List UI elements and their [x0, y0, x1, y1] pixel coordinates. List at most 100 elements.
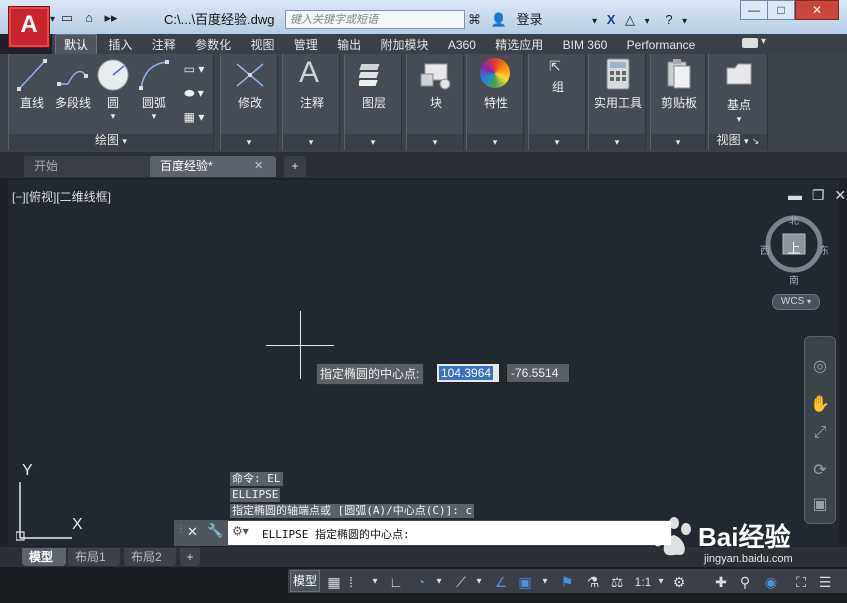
workspace-gear-icon[interactable]: ⚙: [670, 573, 688, 591]
compass-south[interactable]: 南: [789, 272, 799, 287]
dynamic-input-x-field[interactable]: 104.3964: [436, 363, 500, 383]
dropdown-arrow-icon[interactable]: ▾: [50, 14, 55, 25]
chevron-down-icon[interactable]: ▾: [645, 16, 650, 27]
tab-featured-apps[interactable]: 精选应用: [487, 35, 551, 55]
compass-north[interactable]: 北: [789, 212, 799, 227]
object-snap-tracking-icon[interactable]: ∠: [492, 573, 510, 591]
hardware-acceleration-icon[interactable]: ◉: [762, 573, 780, 591]
new-file-icon[interactable]: ▭: [58, 10, 76, 26]
chevron-down-icon[interactable]: ▾: [709, 114, 769, 125]
chevron-down-icon[interactable]: ▾: [283, 137, 339, 148]
view-panel[interactable]: 基点 ▾ 视图 ▾ ↘: [708, 54, 768, 150]
orbit-icon[interactable]: ⟳: [810, 461, 830, 481]
chevron-down-icon[interactable]: ▾: [95, 111, 131, 122]
group-panel[interactable]: ⇱ 组 ▾: [528, 54, 586, 150]
compass-west[interactable]: 西: [760, 242, 770, 257]
tab-performance[interactable]: Performance: [619, 35, 704, 55]
new-tab-button[interactable]: +: [284, 156, 306, 177]
clipboard-panel[interactable]: 剪贴板 ▾: [650, 54, 706, 150]
zoom-extents-icon[interactable]: ⤢: [810, 423, 830, 443]
isolate-objects-icon[interactable]: ⚲: [736, 573, 754, 591]
close-viewport-icon[interactable]: ✕: [834, 187, 846, 203]
more-quick-access-icon[interactable]: ▸▸: [102, 10, 120, 26]
tab-model[interactable]: 模型: [22, 548, 66, 566]
close-command-icon[interactable]: ✕: [187, 524, 198, 540]
chevron-down-icon[interactable]: ▾: [529, 137, 585, 148]
polar-tracking-icon[interactable]: ◔: [412, 573, 430, 591]
tab-bim360[interactable]: BIM 360: [555, 35, 616, 55]
chevron-down-icon[interactable]: ▾: [135, 111, 173, 122]
a360-icon[interactable]: △: [625, 12, 635, 28]
open-folder-icon[interactable]: ⌂: [80, 10, 98, 26]
object-snap-icon[interactable]: ▣: [516, 573, 534, 591]
restore-viewport-icon[interactable]: ❐: [812, 187, 825, 203]
dynamic-input-y-field[interactable]: -76.5514: [506, 363, 570, 383]
wcs-menu[interactable]: WCS ▾: [772, 294, 820, 310]
chevron-down-icon[interactable]: ▾: [345, 137, 401, 148]
chevron-down-icon[interactable]: ▾: [656, 573, 666, 591]
polyline-tool[interactable]: 多段线: [53, 58, 93, 111]
boundary-tool[interactable]: ▦ ▾: [179, 110, 209, 124]
annotation-visibility-icon[interactable]: ⚑: [558, 573, 576, 591]
arc-tool[interactable]: 圆弧 ▾: [135, 58, 173, 122]
chevron-down-icon[interactable]: ▾: [370, 573, 380, 591]
showmotion-icon[interactable]: ▣: [810, 495, 830, 515]
viewport-controls-label[interactable]: [−][俯视][二维线框]: [12, 188, 111, 205]
block-panel[interactable]: 块 ▾: [406, 54, 464, 150]
ribbon-toggle-icon[interactable]: [742, 38, 758, 48]
viewcube-top-face[interactable]: 上: [786, 238, 802, 257]
tab-parametric[interactable]: 参数化: [187, 35, 239, 55]
close-tab-icon[interactable]: ✕: [254, 159, 263, 172]
compass-east[interactable]: 东: [819, 242, 829, 257]
login-link[interactable]: 登录: [516, 9, 542, 28]
customize-wrench-icon[interactable]: 🔧: [207, 523, 223, 539]
chevron-down-icon[interactable]: ▾: [434, 573, 444, 591]
utilities-panel[interactable]: 实用工具 ▾: [588, 54, 646, 150]
user-icon[interactable]: 👤: [491, 12, 507, 28]
pan-hand-icon[interactable]: ✋: [810, 395, 830, 415]
chevron-down-icon[interactable]: ▾: [407, 137, 463, 148]
clean-screen-icon[interactable]: ⛶: [792, 573, 810, 591]
annotation-scale-icon[interactable]: ⚖: [608, 573, 626, 591]
tab-a360[interactable]: A360: [440, 35, 484, 55]
tab-output[interactable]: 输出: [329, 35, 369, 55]
chevron-down-icon[interactable]: ▾: [682, 16, 687, 27]
rectangle-tool[interactable]: ▭ ▾: [179, 62, 209, 76]
recent-commands-icon[interactable]: ⚙▾: [232, 524, 249, 538]
minimize-button[interactable]: —: [740, 0, 768, 20]
modify-panel[interactable]: 修改 ▾: [220, 54, 278, 150]
chevron-down-icon[interactable]: ▾: [474, 573, 484, 591]
annotation-panel[interactable]: A 注释 ▾: [282, 54, 340, 150]
chevron-down-icon[interactable]: ▾: [221, 137, 277, 148]
minimize-viewport-icon[interactable]: ▬: [788, 187, 802, 203]
chevron-down-icon[interactable]: ▾: [651, 137, 705, 148]
application-menu-button[interactable]: A: [8, 6, 50, 48]
exchange-icon[interactable]: X: [607, 12, 616, 27]
snap-icon[interactable]: ⁞: [344, 573, 358, 591]
new-layout-button[interactable]: +: [180, 548, 200, 566]
scale-value[interactable]: 1:1: [632, 573, 654, 591]
isometric-icon[interactable]: ⟋: [452, 573, 470, 591]
auto-scale-icon[interactable]: ⚗: [584, 573, 602, 591]
chevron-down-icon[interactable]: ▾: [589, 137, 645, 148]
close-button[interactable]: ✕: [795, 0, 839, 20]
chevron-down-icon[interactable]: ▾: [467, 137, 523, 148]
properties-panel[interactable]: 特性 ▾: [466, 54, 524, 150]
grip-icon[interactable]: ⋮: [176, 524, 186, 535]
tab-manage[interactable]: 管理: [286, 35, 326, 55]
maximize-button[interactable]: □: [767, 0, 795, 20]
search-input[interactable]: 键入关键字或短语: [285, 10, 465, 29]
chevron-down-icon[interactable]: ▾: [540, 573, 550, 591]
binoculars-icon[interactable]: ⌘: [468, 12, 481, 28]
chevron-down-icon[interactable]: ▾: [592, 16, 597, 27]
hatch-tool[interactable]: ⬬ ▾: [179, 86, 209, 101]
tab-view[interactable]: 视图: [242, 35, 282, 55]
plus-icon[interactable]: ✚: [712, 573, 730, 591]
customize-menu-icon[interactable]: ☰: [816, 573, 834, 591]
model-space-button[interactable]: 模型: [290, 570, 320, 592]
tab-annotate[interactable]: 注释: [144, 35, 184, 55]
layers-panel[interactable]: 图层 ▾: [344, 54, 402, 150]
draw-panel-label[interactable]: 绘图 ▾: [9, 131, 213, 148]
view-panel-title[interactable]: 视图 ▾ ↘: [709, 131, 767, 148]
ortho-icon[interactable]: ∟: [388, 573, 404, 591]
